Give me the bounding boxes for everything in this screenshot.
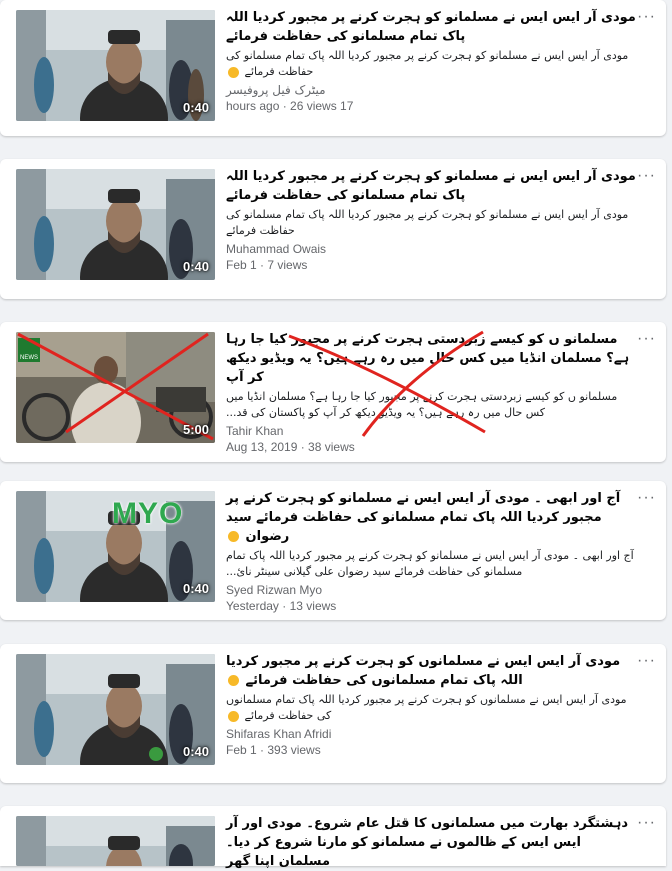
video-card[interactable]: 0:40 مودی آر ایس ایس نے مسلمانو کو ہجرت … — [0, 159, 666, 299]
video-description: مسلمانو ں کو کیسے زبردستی ہجرت کرنے پر م… — [226, 390, 618, 419]
video-card[interactable]: NEWS 5:00 مسلمانو ں کو کیسے زبردستی ہجرت… — [0, 322, 666, 462]
video-thumbnail[interactable] — [16, 816, 215, 866]
video-description: آج اور ابھی ۔ مودی آر ایس ایس نے مسلمانو… — [226, 549, 634, 578]
video-thumbnail[interactable]: MYO 0:40 — [16, 491, 215, 602]
more-options-icon[interactable]: ··· — [637, 330, 656, 348]
more-options-icon[interactable]: ··· — [637, 167, 656, 185]
sad-emoji-icon — [228, 710, 239, 722]
video-title[interactable]: مسلمانو ں کو کیسے زبردستی ہجرت کرنے پر م… — [226, 330, 636, 387]
video-meta: hours ago · 26 views 17 — [226, 99, 354, 113]
video-thumbnail[interactable]: 0:40 — [16, 169, 215, 280]
video-duration: 0:40 — [182, 259, 209, 274]
video-thumbnail[interactable]: NEWS 5:00 — [16, 332, 215, 443]
video-description: مودی آر ایس ایس نے مسلمانو کو ہجرت کرنے … — [226, 49, 629, 78]
video-description: مودی آر ایس ایس نے مسلمانوں کو ہجرت کرنے… — [226, 693, 627, 722]
video-author[interactable]: Tahir Khan — [226, 423, 636, 439]
video-author[interactable]: Syed Rizwan Myo — [226, 582, 636, 598]
video-thumbnail[interactable]: 0:40 — [16, 654, 215, 765]
video-meta: Feb 1 · 7 views — [226, 258, 308, 272]
sad-emoji-icon — [228, 675, 239, 686]
video-title[interactable]: آج اور ابھی ۔ مودی آر ایس ایس نے مسلمانو… — [226, 489, 636, 546]
video-meta: Aug 13, 2019 · 38 views — [226, 440, 355, 454]
video-author[interactable]: Shifaras Khan Afridi — [226, 726, 636, 742]
video-card[interactable]: MYO 0:40 آج اور ابھی ۔ مودی آر ایس ایس ن… — [0, 481, 666, 620]
video-meta: Yesterday · 13 views — [226, 599, 337, 613]
svg-text:NEWS: NEWS — [20, 355, 38, 361]
video-title[interactable]: دہشتگرد بھارت میں مسلمانوں کا قتل عام شر… — [226, 814, 636, 871]
video-card[interactable]: 0:40 مودی آر ایس ایس نے مسلمانوں کو ہجرت… — [0, 644, 666, 783]
video-duration: 0:40 — [182, 744, 209, 759]
video-description: مودی آر ایس ایس نے مسلمانو کو ہجرت کرنے … — [226, 208, 629, 237]
video-card[interactable]: 0:40 مودی آر ایس ایس نے مسلمانو کو ہجرت … — [0, 0, 666, 136]
more-options-icon[interactable]: ··· — [637, 814, 656, 832]
video-thumbnail[interactable]: 0:40 — [16, 10, 215, 121]
video-title[interactable]: مودی آر ایس ایس نے مسلمانو کو ہجرت کرنے … — [226, 167, 636, 205]
video-meta: Feb 1 · 393 views — [226, 743, 321, 757]
thumbnail-overlay-text: MYO — [112, 497, 184, 530]
video-duration: 0:40 — [182, 581, 209, 596]
more-options-icon[interactable]: ··· — [637, 652, 656, 670]
video-card[interactable]: دہشتگرد بھارت میں مسلمانوں کا قتل عام شر… — [0, 806, 666, 869]
video-duration: 5:00 — [182, 422, 209, 437]
video-feed: 0:40 مودی آر ایس ایس نے مسلمانو کو ہجرت … — [0, 0, 672, 869]
video-title[interactable]: مودی آر ایس ایس نے مسلمانو کو ہجرت کرنے … — [226, 8, 636, 46]
sad-emoji-icon — [228, 66, 239, 78]
video-author[interactable]: Muhammad Owais — [226, 241, 636, 257]
more-options-icon[interactable]: ··· — [637, 489, 656, 507]
video-author[interactable]: میٹرک فیل پروفیسر — [226, 82, 636, 98]
more-options-icon[interactable]: ··· — [637, 8, 656, 26]
video-duration: 0:40 — [182, 100, 209, 115]
sad-emoji-icon — [228, 531, 239, 542]
video-title[interactable]: مودی آر ایس ایس نے مسلمانوں کو ہجرت کرنے… — [226, 652, 636, 690]
